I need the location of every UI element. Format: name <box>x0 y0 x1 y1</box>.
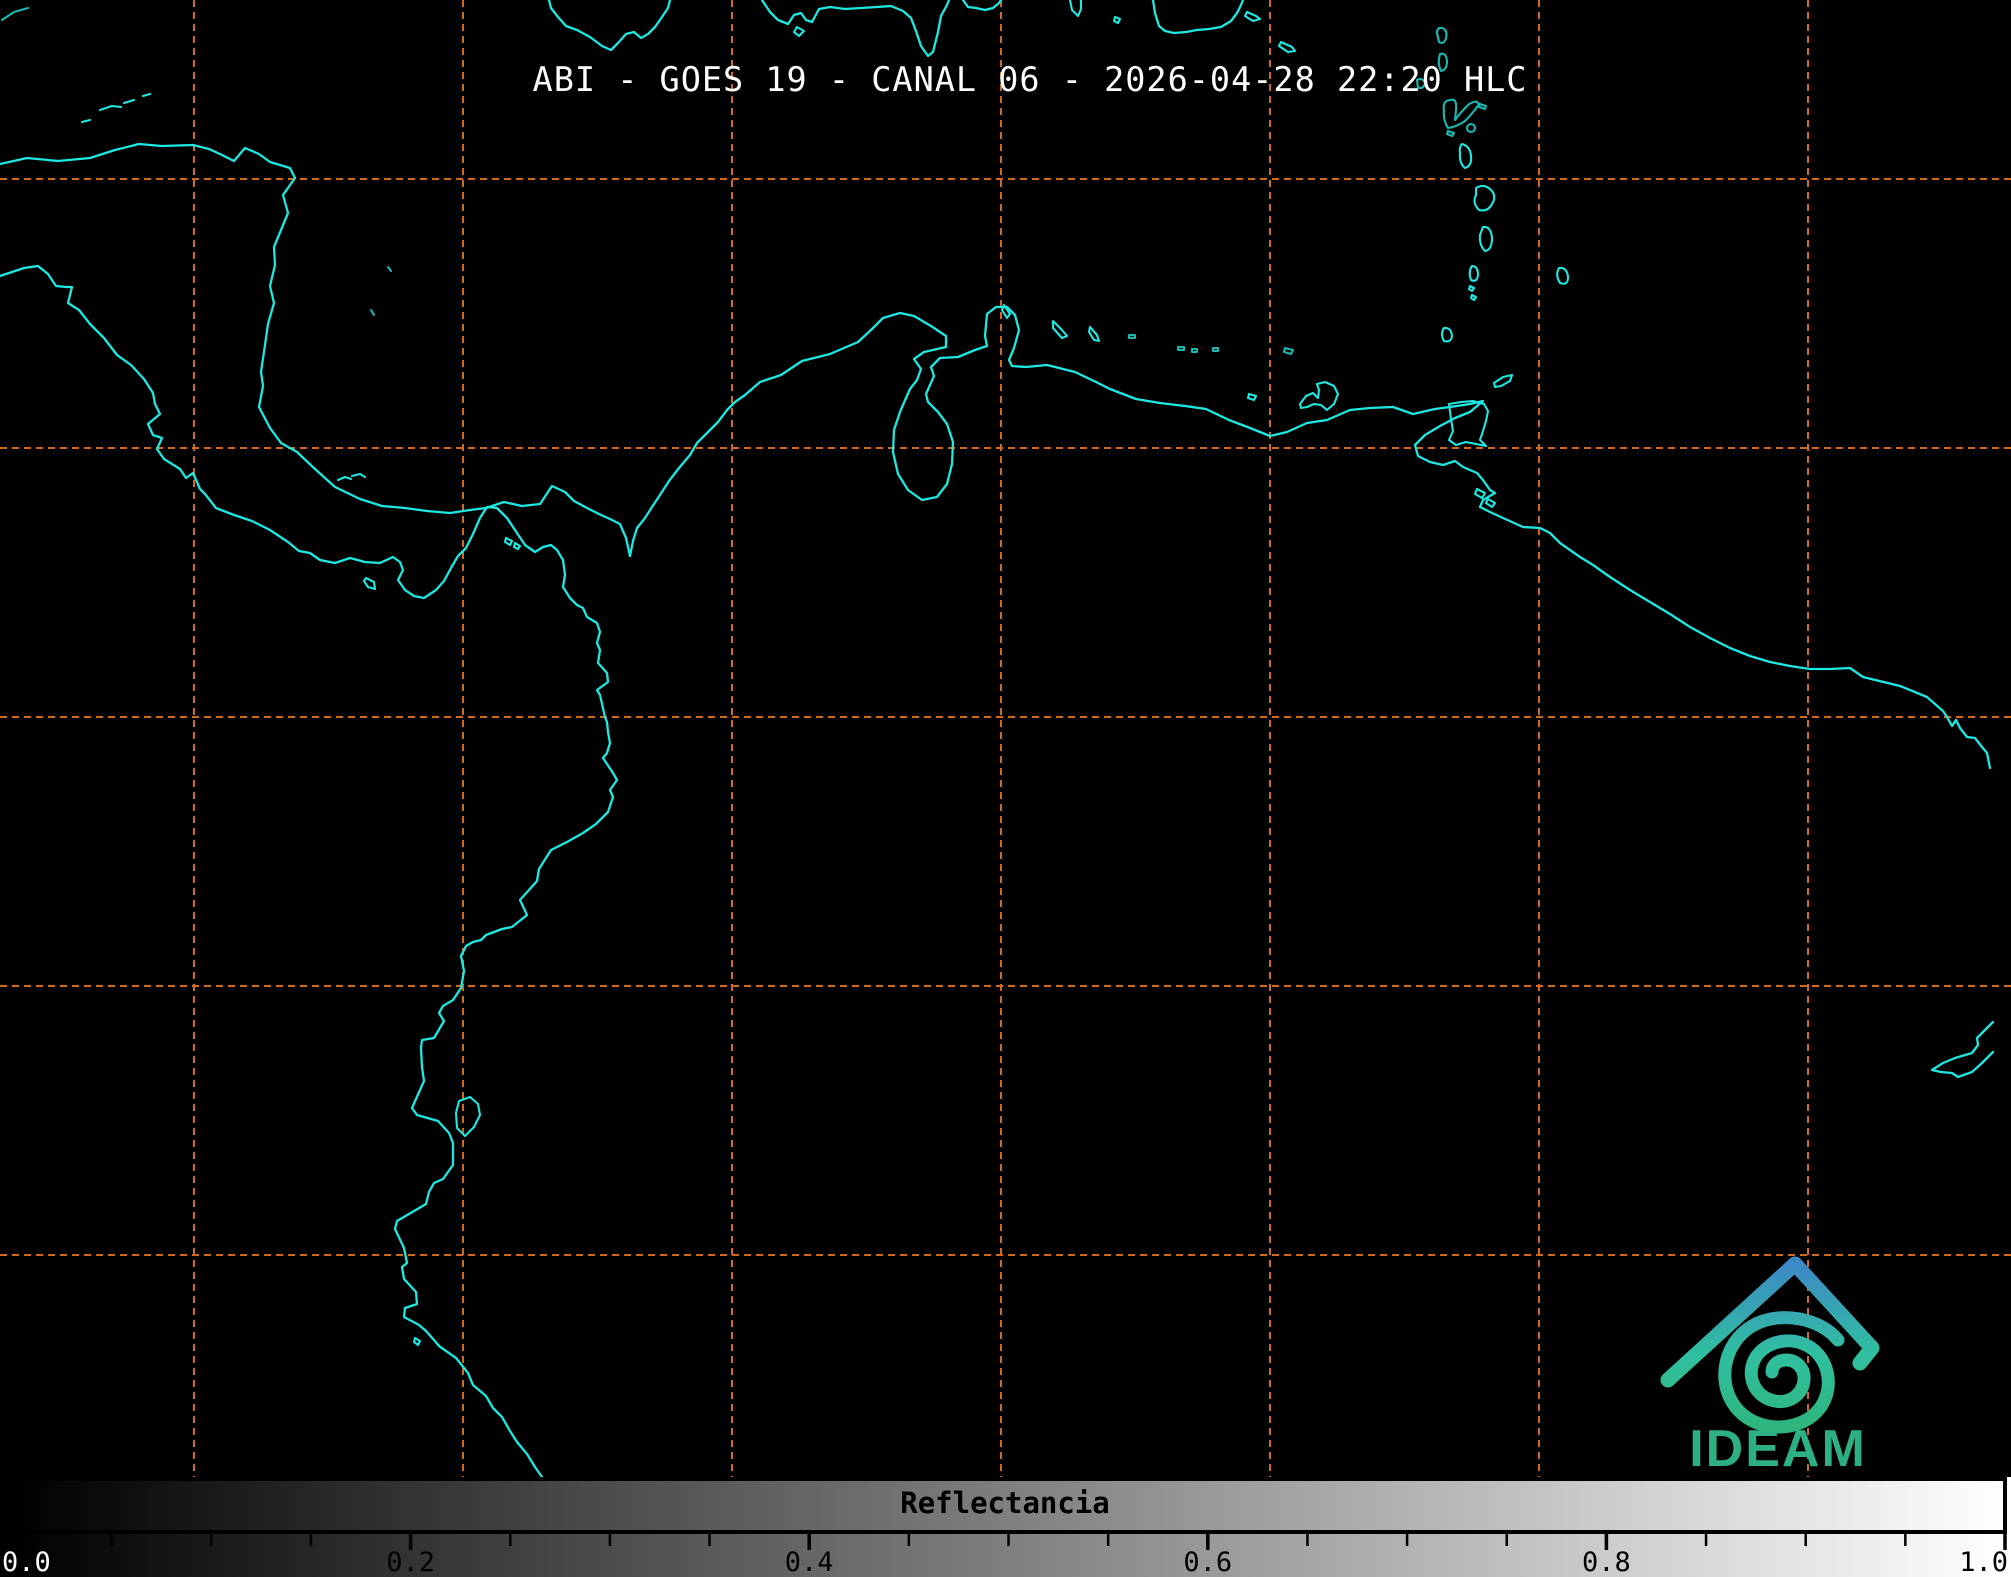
colorbar-tick-label: 0.6 <box>1183 1547 1232 1577</box>
image-title: ABI - GOES 19 - CANAL 06 - 2026-04-28 22… <box>533 60 1528 99</box>
logo-wordmark: IDEAM <box>1689 1420 1867 1478</box>
colorbar-tick-label: 0.4 <box>785 1547 834 1577</box>
colorbar: 0.0 0.2 0.4 0.6 0.8 1.0 Reflectancia <box>0 1477 2011 1577</box>
goes-satellite-map: ABI - GOES 19 - CANAL 06 - 2026-04-28 22… <box>0 0 2011 1577</box>
colorbar-tick-label: 0.0 <box>2 1547 51 1577</box>
colorbar-tick-label: 1.0 <box>1959 1547 2008 1577</box>
colorbar-tick-label: 0.2 <box>386 1547 435 1577</box>
colorbar-tick-label: 0.8 <box>1582 1547 1631 1577</box>
satellite-image-viewport: ABI - GOES 19 - CANAL 06 - 2026-04-28 22… <box>0 0 2011 1577</box>
colorbar-title: Reflectancia <box>900 1486 1110 1520</box>
